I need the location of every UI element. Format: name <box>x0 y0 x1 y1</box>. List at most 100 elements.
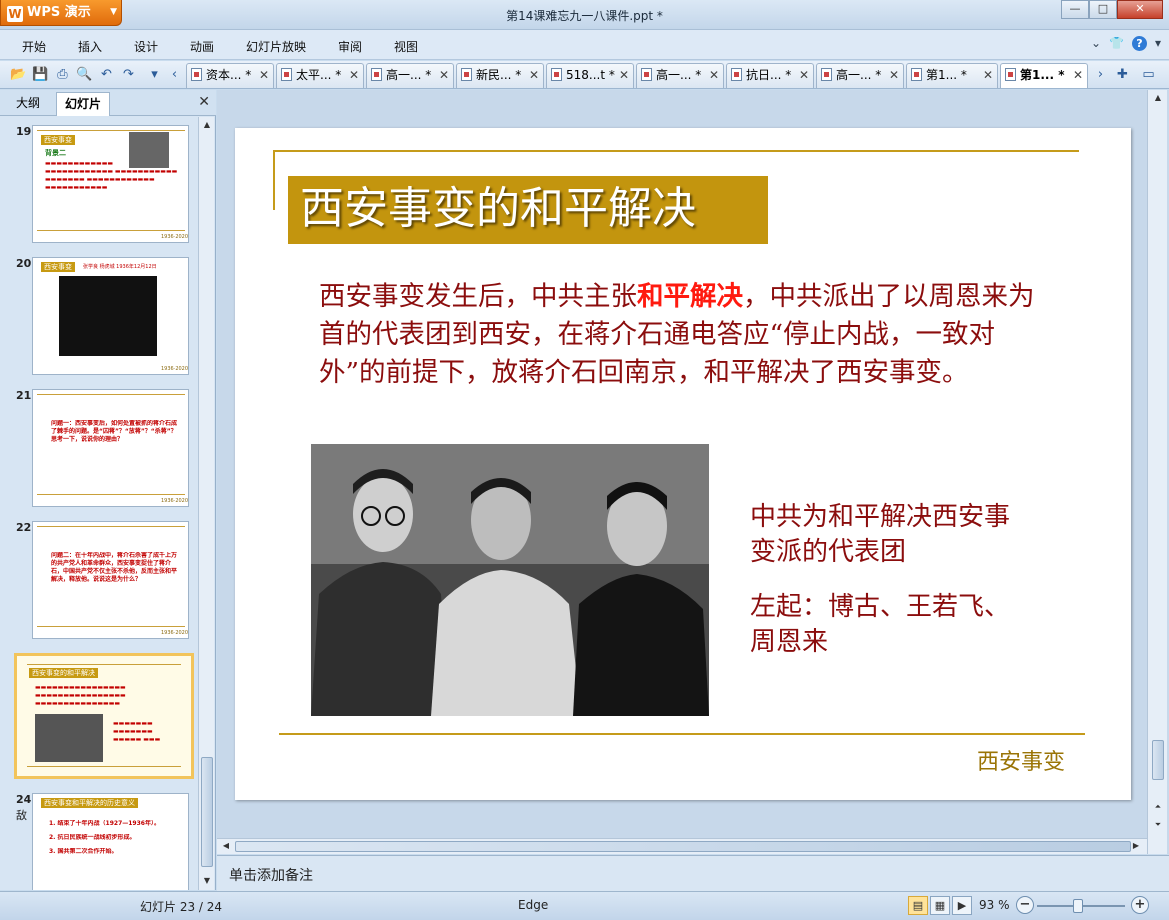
thumb-subtitle: 问题二：在十年内战中，蒋介石杀害了成千上万的共产党人和革命群众，西安事变捉住了蒋… <box>51 552 178 583</box>
thumb-subtitle: 背景二 <box>45 149 66 157</box>
tab-close-icon[interactable]: ✕ <box>619 64 629 86</box>
slide-thumbnail-24[interactable]: 西安事变和平解决的历史意义 1. 结束了十年内战（1927—1936年）。 2.… <box>32 793 189 890</box>
thumb-title: 西安事变 <box>41 135 75 145</box>
doc-tab[interactable]: 第1... * ✕ <box>906 63 998 88</box>
doc-tab[interactable]: 资本... * ✕ <box>186 63 274 88</box>
slide-thumbnail-21[interactable]: 问题一：西安事变后，如何处置被抓的蒋介石成了棘手的问题。是“囚蒋”？“放蒋”？“… <box>32 389 189 507</box>
doc-tab[interactable]: 新民... * ✕ <box>456 63 544 88</box>
body-highlight: 和平解决 <box>637 281 743 312</box>
thumb-caption: ▬▬▬▬▬▬▬ ▬▬▬▬▬▬▬ ▬▬▬▬▬ ▬▬▬ <box>113 720 161 743</box>
tab-list-icon[interactable]: ▭ <box>1140 66 1157 83</box>
thumbnail-scrollbar[interactable]: ▲ ▼ <box>198 117 214 890</box>
tabs-scroll-right-icon[interactable]: › <box>1092 66 1109 83</box>
open-folder-icon[interactable]: 📂 <box>10 66 27 83</box>
tab-close-icon[interactable]: ✕ <box>1073 64 1083 86</box>
help-icon[interactable]: ? <box>1131 36 1147 51</box>
tab-close-icon[interactable]: ✕ <box>259 64 269 86</box>
slide-thumbnail-23-selected[interactable]: 西安事变的和平解决 ▬▬▬▬▬▬▬▬▬▬▬▬▬▬▬▬ ▬▬▬▬▬▬▬▬▬▬▬▬▬… <box>14 653 194 779</box>
zoom-level: 93 % <box>979 898 1010 912</box>
menu-design[interactable]: 设计 <box>134 38 158 55</box>
chevron-down-icon[interactable]: ▾ <box>1155 36 1161 51</box>
slide-thumbnail-22[interactable]: 问题二：在十年内战中，蒋介石杀害了成千上万的共产党人和革命群众，西安事变捉住了蒋… <box>32 521 189 639</box>
tab-close-icon[interactable]: ✕ <box>439 64 449 86</box>
new-tab-icon[interactable]: ✚ <box>1114 66 1131 83</box>
thumb-frame-line <box>37 230 185 231</box>
scroll-left-icon[interactable]: ◀ <box>219 839 233 853</box>
thumb-title: 西安事变的和平解决 <box>29 668 98 678</box>
zoom-in-icon[interactable]: + <box>1131 896 1149 914</box>
tab-close-icon[interactable]: ✕ <box>889 64 899 86</box>
doc-tab[interactable]: 高一... * ✕ <box>636 63 724 88</box>
redo-icon[interactable]: ↷ <box>120 66 137 83</box>
tab-close-icon[interactable]: ✕ <box>983 64 993 86</box>
slide-horizontal-scrollbar[interactable]: ◀ ▶ <box>217 838 1147 854</box>
quick-toolbar: 📂 💾 ⎙ 🔍 ↶ ↷ ▾ ‹ 资本... * ✕ 太平... * ✕ 高一... … <box>0 61 1169 89</box>
thumb-frame-line <box>37 494 185 495</box>
scroll-down-icon[interactable]: ▼ <box>200 874 214 888</box>
document-icon <box>371 68 382 81</box>
scrollbar-thumb[interactable] <box>235 841 1131 852</box>
slide-vertical-scrollbar[interactable]: ▲ ⏶ ⏷ <box>1147 90 1167 854</box>
menu-view[interactable]: 视图 <box>394 38 418 55</box>
chevron-down-icon[interactable]: ⌄ <box>1091 36 1101 51</box>
menu-home[interactable]: 开始 <box>22 38 46 55</box>
scrollbar-thumb[interactable] <box>1152 740 1164 780</box>
zoom-slider-handle[interactable] <box>1073 899 1083 913</box>
scrollbar-thumb[interactable] <box>201 757 213 867</box>
slide-canvas[interactable]: 西安事变的和平解决 西安事变发生后，中共主张和平解决，中共派出了以周恩来为首的代… <box>235 128 1131 800</box>
normal-view-icon[interactable]: ▤ <box>908 896 928 915</box>
doc-tab[interactable]: 太平... * ✕ <box>276 63 364 88</box>
thumb-title: 西安事变和平解决的历史意义 <box>41 798 138 808</box>
menu-review[interactable]: 审阅 <box>338 38 362 55</box>
notes-pane[interactable]: 单击添加备注 <box>217 855 1169 891</box>
slideshow-icon[interactable]: ▶ <box>952 896 972 915</box>
scroll-up-icon[interactable]: ▲ <box>200 118 214 132</box>
menu-insert[interactable]: 插入 <box>78 38 102 55</box>
print-preview-icon[interactable]: 🔍 <box>76 66 93 83</box>
tab-close-icon[interactable]: ✕ <box>799 64 809 86</box>
slide-thumbnail-20[interactable]: 西安事变 张学良 杨虎城 1936年12月12日 1936·2020 <box>32 257 189 375</box>
thumbnail-list: 19 西安事变 背景二 ▬▬▬▬▬▬▬▬▬▬▬▬ ▬▬▬▬▬▬▬▬▬▬▬▬ ▬▬… <box>0 117 198 890</box>
doc-tab[interactable]: 高一... * ✕ <box>366 63 454 88</box>
slide-footer[interactable]: 西安事变 <box>977 744 1065 776</box>
undo-icon[interactable]: ↶ <box>98 66 115 83</box>
tab-close-icon[interactable]: ✕ <box>529 64 539 86</box>
photo-caption-names[interactable]: 左起：博古、王若飞、周恩来 <box>750 590 1010 660</box>
print-icon[interactable]: ⎙ <box>54 66 71 83</box>
thumb-frame-line <box>37 526 185 527</box>
thumb-photo <box>59 276 157 356</box>
tab-close-icon[interactable]: ✕ <box>349 64 359 86</box>
slide-frame-left <box>273 150 275 210</box>
close-icon[interactable]: ✕ <box>198 94 210 110</box>
maximize-button[interactable]: □ <box>1089 0 1117 19</box>
slide-body-text[interactable]: 西安事变发生后，中共主张和平解决，中共派出了以周恩来为首的代表团到西安，在蒋介石… <box>319 278 1039 392</box>
tab-outline[interactable]: 大纲 <box>8 92 48 116</box>
historical-photo[interactable] <box>311 444 709 716</box>
photo-caption[interactable]: 中共为和平解决西安事变派的代表团 <box>750 500 1010 570</box>
menu-slideshow[interactable]: 幻灯片放映 <box>246 38 306 55</box>
scroll-right-icon[interactable]: ▶ <box>1129 839 1143 853</box>
previous-slide-icon[interactable]: ⏶ <box>1151 800 1165 814</box>
tab-slides[interactable]: 幻灯片 <box>56 92 111 116</box>
skin-icon[interactable]: 👕 <box>1109 36 1124 51</box>
tabs-scroll-left-icon[interactable]: ‹ <box>166 66 183 83</box>
window-title: 第14课难忘九一八课件.ppt * <box>506 9 663 23</box>
tab-close-icon[interactable]: ✕ <box>709 64 719 86</box>
slide-sorter-icon[interactable]: ▦ <box>930 896 950 915</box>
menu-animation[interactable]: 动画 <box>190 38 214 55</box>
slide-title[interactable]: 西安事变的和平解决 <box>288 176 768 244</box>
save-icon[interactable]: 💾 <box>32 66 49 83</box>
minimize-button[interactable]: — <box>1061 0 1089 19</box>
next-slide-icon[interactable]: ⏷ <box>1151 818 1165 832</box>
slide-thumbnail-19[interactable]: 西安事变 背景二 ▬▬▬▬▬▬▬▬▬▬▬▬ ▬▬▬▬▬▬▬▬▬▬▬▬ ▬▬▬▬▬… <box>32 125 189 243</box>
doc-tab[interactable]: 高一... * ✕ <box>816 63 904 88</box>
doc-tab-active[interactable]: 第1... * ✕ <box>1000 63 1088 88</box>
doc-tab[interactable]: 518...t * ✕ <box>546 63 634 88</box>
close-button[interactable]: ✕ <box>1117 0 1163 19</box>
zoom-out-icon[interactable]: − <box>1016 896 1034 914</box>
thumb-frame-line <box>27 766 181 767</box>
doc-tab[interactable]: 抗日... * ✕ <box>726 63 814 88</box>
chevron-down-icon[interactable]: ▾ <box>146 66 163 83</box>
thumb-subtitle: 张学良 杨虎城 1936年12月12日 <box>83 264 157 270</box>
scroll-up-icon[interactable]: ▲ <box>1151 91 1165 105</box>
